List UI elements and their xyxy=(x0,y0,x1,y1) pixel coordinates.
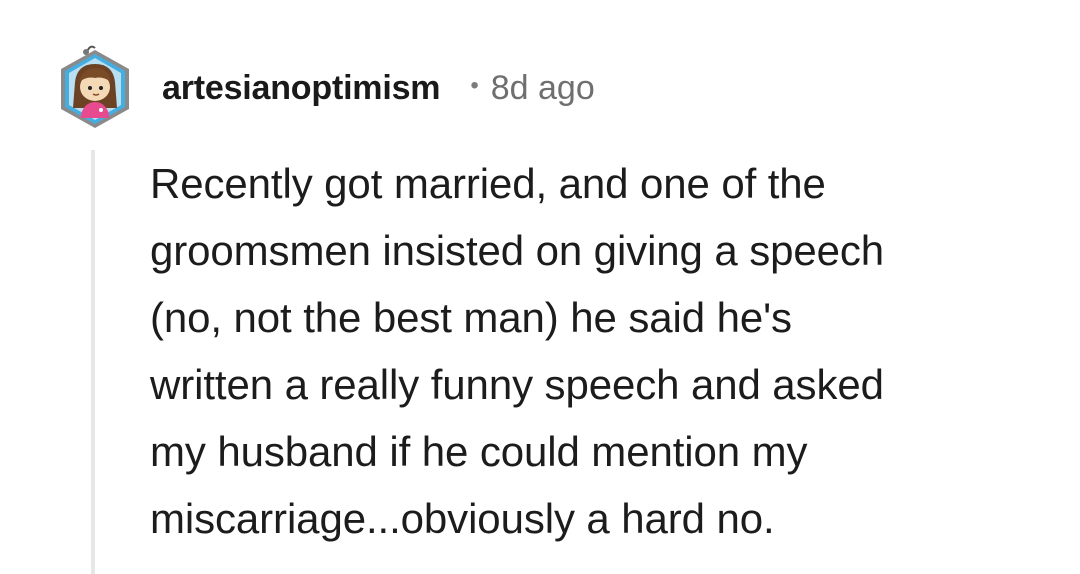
comment-line: groomsmen insisted on giving a speech xyxy=(150,227,885,274)
comment-meta: artesianoptimism • 8d ago xyxy=(162,66,595,110)
comment-line: my husband if he could mention my xyxy=(150,428,808,475)
author-username[interactable]: artesianoptimism xyxy=(162,69,441,108)
avatar[interactable] xyxy=(57,42,133,132)
comment: artesianoptimism • 8d ago Recently got m… xyxy=(0,0,1080,574)
comment-line: miscarriage...obviously a hard no. xyxy=(150,495,775,542)
user-avatar-icon xyxy=(61,45,129,128)
thread-line[interactable] xyxy=(91,150,95,574)
comment-timestamp[interactable]: 8d ago xyxy=(491,69,595,108)
meta-separator: • xyxy=(470,72,479,99)
comment-line: written a really funny speech and asked xyxy=(150,361,884,408)
comment-body: Recently got married, and one of the gro… xyxy=(150,150,1060,552)
comment-line: Recently got married, and one of the xyxy=(150,160,826,207)
comment-line: (no, not the best man) he said he's xyxy=(150,294,792,341)
